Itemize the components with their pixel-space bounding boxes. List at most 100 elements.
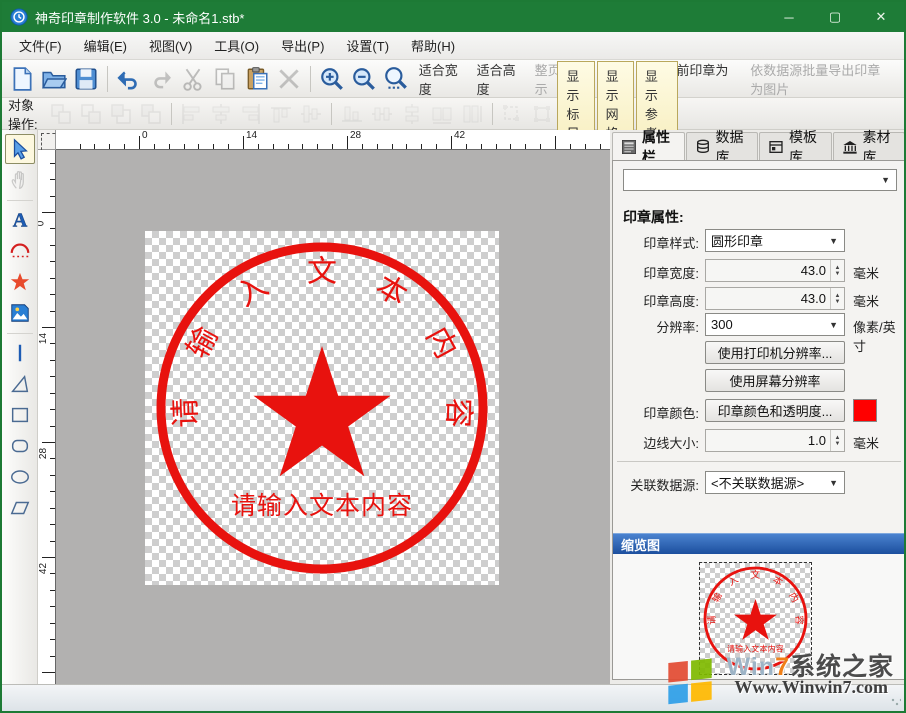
star-tool[interactable]: [5, 267, 35, 297]
redo-icon[interactable]: [145, 64, 177, 94]
open-file-icon[interactable]: [38, 64, 70, 94]
transform-icon[interactable]: [527, 100, 557, 128]
stamp-arc-char: 容: [441, 397, 475, 428]
maximize-button[interactable]: ▢: [812, 2, 858, 32]
stamp-canvas[interactable]: 请输入文本内容 请输入文本内容: [145, 231, 499, 585]
stepper-arrows-icon[interactable]: ▲▼: [830, 260, 844, 281]
menu-edit[interactable]: 编辑(E): [73, 32, 138, 59]
ruler-tick: [228, 144, 229, 149]
ruler-tick: [525, 144, 526, 149]
ruler-tick: [80, 144, 81, 149]
new-file-icon[interactable]: [6, 64, 38, 94]
zoom-out-icon[interactable]: [348, 64, 380, 94]
stepper-arrows-icon[interactable]: ▲▼: [830, 430, 844, 451]
ruler-label: 42: [454, 130, 465, 141]
bring-front-icon[interactable]: [106, 100, 136, 128]
use-printer-resolution-button[interactable]: 使用打印机分辨率...: [705, 341, 845, 364]
menu-view[interactable]: 视图(V): [138, 32, 203, 59]
border-size-stepper[interactable]: 1.0 ▲▼: [705, 429, 845, 452]
resize-grip[interactable]: [891, 698, 901, 708]
ruler-tick: [258, 144, 259, 149]
close-button[interactable]: ✕: [858, 2, 904, 32]
color-transparency-button[interactable]: 印章颜色和透明度...: [705, 399, 845, 422]
fit-height-button[interactable]: 适合高度: [470, 56, 528, 102]
ruler-tick: [50, 573, 55, 574]
ruler-tick: [169, 144, 170, 149]
align-top-icon[interactable]: [266, 100, 296, 128]
stepper-arrows-icon[interactable]: ▲▼: [830, 288, 844, 309]
template-icon: [768, 137, 784, 157]
image-tool[interactable]: [5, 298, 35, 328]
distribute-h-icon[interactable]: [367, 100, 397, 128]
svg-text:A: A: [12, 209, 27, 231]
ruler-tick: [139, 136, 140, 149]
menu-settings[interactable]: 设置(T): [335, 32, 400, 59]
panel-divider: [617, 461, 901, 462]
menu-tools[interactable]: 工具(O): [203, 32, 270, 59]
arc-text-tool[interactable]: [5, 236, 35, 266]
stamp-style-select[interactable]: 圆形印章 ▼: [705, 229, 845, 252]
menu-export[interactable]: 导出(P): [270, 32, 335, 59]
ruler-tick: [392, 144, 393, 149]
same-height-icon[interactable]: [457, 100, 487, 128]
tab-materials[interactable]: 素材库: [833, 132, 906, 160]
cut-icon[interactable]: [177, 64, 209, 94]
thumbnail-preview[interactable]: [699, 562, 812, 675]
group-icon[interactable]: [46, 100, 76, 128]
use-screen-resolution-button[interactable]: 使用屏幕分辨率: [705, 369, 845, 392]
object-selector-combo[interactable]: ▼: [623, 169, 897, 191]
align-left-icon[interactable]: [176, 100, 206, 128]
align-right-icon[interactable]: [236, 100, 266, 128]
export-batch-button[interactable]: 依数据源批量导出印章为图片: [743, 56, 900, 102]
align-middle-icon[interactable]: [296, 100, 326, 128]
ellipse-tool[interactable]: [5, 462, 35, 492]
delete-icon[interactable]: [273, 64, 305, 94]
same-width-icon[interactable]: [427, 100, 457, 128]
select-tool[interactable]: [5, 134, 35, 164]
fit-width-button[interactable]: 适合宽度: [412, 56, 470, 102]
stamp-arc-char: 文: [307, 256, 337, 289]
zoom-actual-icon[interactable]: [380, 64, 412, 94]
distribute-v-icon[interactable]: [397, 100, 427, 128]
chevron-down-icon: ▼: [829, 320, 838, 330]
text-tool[interactable]: A: [5, 205, 35, 235]
tab-database[interactable]: 数据库: [686, 132, 759, 160]
resolution-select[interactable]: 300 ▼: [705, 313, 845, 336]
parallelogram-tool[interactable]: [5, 493, 35, 523]
ungroup-icon[interactable]: [76, 100, 106, 128]
select-nodes-icon[interactable]: [497, 100, 527, 128]
save-icon[interactable]: [70, 64, 102, 94]
ruler-tick: [496, 144, 497, 149]
datasource-row: 关联数据源: <不关联数据源> ▼: [613, 471, 905, 495]
copy-icon[interactable]: [209, 64, 241, 94]
align-bottom-icon[interactable]: [337, 100, 367, 128]
undo-icon[interactable]: [113, 64, 145, 94]
stamp-height-stepper[interactable]: 43.0 ▲▼: [705, 287, 845, 310]
stamp-width-row: 印章宽度: 43.0 ▲▼ 毫米: [613, 259, 905, 283]
line-tool[interactable]: [5, 338, 35, 368]
send-back-icon[interactable]: [136, 100, 166, 128]
rounded-rect-tool[interactable]: [5, 431, 35, 461]
paste-icon[interactable]: [241, 64, 273, 94]
workspace[interactable]: 请输入文本内容 请输入文本内容: [56, 150, 610, 686]
ruler-tick: [481, 144, 482, 149]
align-center-icon[interactable]: [206, 100, 236, 128]
stamp-arc-char: 请: [169, 397, 203, 428]
stamp-height-unit: 毫米: [853, 291, 879, 310]
pan-tool[interactable]: [5, 165, 35, 195]
tab-templates[interactable]: 模板库: [759, 132, 832, 160]
minimize-button[interactable]: ─: [766, 2, 812, 32]
rectangle-tool[interactable]: [5, 400, 35, 430]
ruler-tick: [421, 144, 422, 149]
title-bar[interactable]: 神奇印章制作软件 3.0 - 未命名1.stb* ─ ▢ ✕: [2, 2, 904, 32]
zoom-in-icon[interactable]: [316, 64, 348, 94]
ruler-tick: [243, 136, 244, 149]
panel-body: ▼ 印章属性: 印章样式: 圆形印章 ▼ 印章宽度: 43.0 ▲▼ 毫米: [612, 160, 906, 680]
color-swatch[interactable]: [853, 399, 877, 422]
menu-file[interactable]: 文件(F): [8, 32, 73, 59]
tab-properties[interactable]: 属性栏: [612, 132, 685, 160]
stamp-width-stepper[interactable]: 43.0 ▲▼: [705, 259, 845, 282]
triangle-tool[interactable]: [5, 369, 35, 399]
datasource-select[interactable]: <不关联数据源> ▼: [705, 471, 845, 494]
ruler-tick: [347, 136, 348, 149]
